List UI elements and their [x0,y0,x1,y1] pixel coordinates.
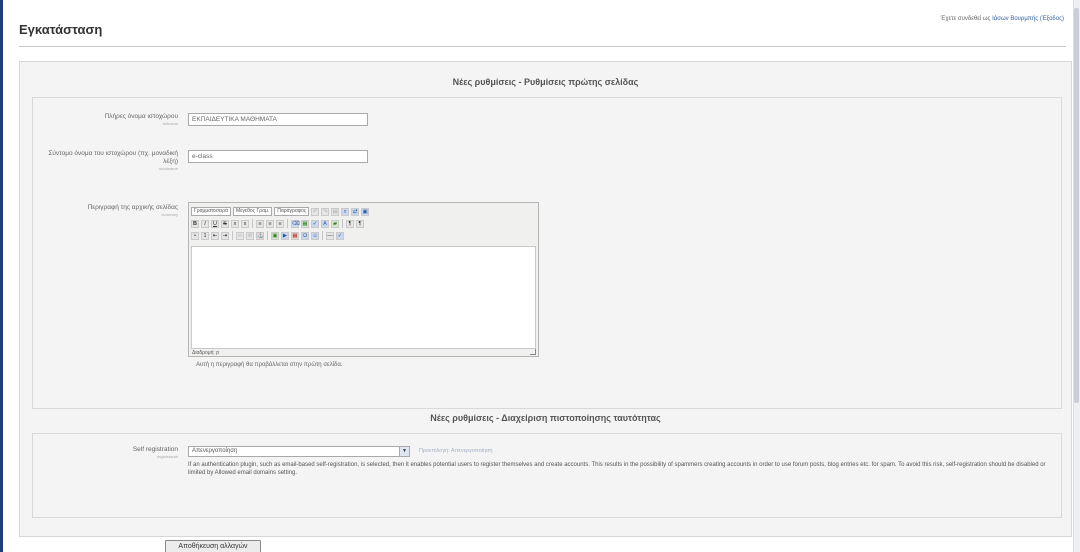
self-registration-setting-key: registerauth [156,454,178,459]
editor-content-area[interactable] [191,246,536,349]
font-size-select[interactable]: Μέγεθος Γραμ. [233,207,273,216]
section-heading-frontpage: Νέες ρυθμίσεις - Ρυθμίσεις πρώτης σελίδα… [452,77,639,87]
scrollbar-thumb[interactable] [1074,8,1079,403]
special-char-icon[interactable]: Ω [301,231,309,240]
fullscreen-icon[interactable]: ▣ [361,207,370,216]
table-icon[interactable]: ▦ [291,231,299,240]
replace-icon[interactable]: ⇄ [351,207,360,216]
save-changes-button[interactable]: Αποθήκευση αλλαγών [165,540,261,552]
self-registration-value: Απενεργοποίηση [192,448,238,454]
page-title: Εγκατάσταση [19,22,103,37]
align-center-icon[interactable]: ≡ [266,219,274,228]
summary-help-text: Αυτή η περιγραφή θα προβάλλεται στην πρώ… [196,362,343,368]
self-registration-description: If an authentication plugin, such as ema… [188,462,1046,476]
section-heading-authentication: Νέες ρυθμίσεις - Διαχείριση πιστοποίησης… [430,413,661,423]
user-profile-link[interactable]: Ιάσων Βουρμπής [992,16,1038,22]
indent-icon[interactable]: ⇥ [221,231,229,240]
underline-icon[interactable]: U [211,219,219,228]
self-registration-label-text: Self registration [132,446,178,453]
superscript-icon[interactable]: x [241,219,249,228]
resize-handle-icon[interactable] [530,349,536,355]
paragraph-format-select[interactable]: Παράγραφος [274,207,310,216]
fullname-input[interactable]: ΕΚΠΑΙΔΕΥΤΙΚΑ ΜΑΘΗΜΑΤΑ [188,113,368,126]
shortname-label-text: Σύντομο όνομα του ιστοχώρου (πχ. μοναδικ… [48,150,178,165]
editor-path: Διαδρομή: p [192,350,219,356]
background-color-icon[interactable]: ▰ [331,219,339,228]
bullet-list-icon[interactable]: • [191,231,199,240]
anchor-icon[interactable]: ⚓ [256,231,264,240]
authentication-settings-fieldset: Self registration registerauth Απενεργοπ… [32,433,1062,518]
shortname-setting-key: shortname [159,166,178,171]
paste-icon[interactable]: ▤ [331,207,340,216]
fullname-label: Πλήρες όνομα ιστοχώρου fullname [38,113,178,126]
toolbar-separator [252,219,253,228]
find-icon[interactable]: ⌕ [341,207,350,216]
font-family-select[interactable]: Γραμματοσειρά [191,207,231,216]
login-prefix: Έχετε συνδεθεί ως [940,16,991,22]
summary-setting-key: summary [161,212,178,217]
bold-icon[interactable]: B [191,219,199,228]
emoticon-icon[interactable]: ☺ [311,231,319,240]
toolbar-separator [322,231,323,240]
spellchecker-icon[interactable]: ✓ [336,231,344,240]
text-color-icon[interactable]: A [321,219,329,228]
align-left-icon[interactable]: ≡ [256,219,264,228]
strikethrough-icon[interactable]: S [221,219,229,228]
clean-format-icon[interactable]: ⌫ [291,219,300,228]
subscript-icon[interactable]: x [231,219,239,228]
self-registration-select[interactable]: Απενεργοποίηση ▼ [188,446,410,457]
media-icon[interactable]: ▶ [281,231,289,240]
nonbreaking-icon[interactable]: — [326,231,334,240]
image-icon[interactable]: ▣ [271,231,279,240]
editor-toolbar-row-3: • 1 ⇤ ⇥ ∞ ⊘ ⚓ ▣ ▶ ▦ Ω ☺ — ✓ [191,230,344,241]
toolbar-separator [287,219,288,228]
header-divider [19,46,1066,47]
toolbar-separator [342,219,343,228]
ltr-icon[interactable]: ¶ [346,219,354,228]
html-editor: Γραμματοσειρά Μέγεθος Γραμ. Παράγραφος ↶… [188,202,539,357]
vertical-scrollbar[interactable] [1073,0,1080,552]
dropdown-arrow-icon: ▼ [399,447,409,456]
numbered-list-icon[interactable]: 1 [201,231,209,240]
shortname-input[interactable]: e-class [188,150,368,163]
fullname-setting-key: fullname [162,121,178,126]
default-value-label: Προεπιλογή: Απενεργοποίηση [419,448,493,454]
outdent-icon[interactable]: ⇤ [211,231,219,240]
login-info: Έχετε συνδεθεί ως Ιάσων Βουρμπής (Έξοδος… [941,16,1064,22]
spellcheck-icon[interactable]: ✓ [311,219,319,228]
summary-label-text: Περιγραφή της αρχικής σελίδας [87,204,178,211]
self-registration-label: Self registration registerauth [38,446,178,459]
unlink-icon[interactable]: ⊘ [246,231,254,240]
toolbar-separator [232,231,233,240]
rtl-icon[interactable]: ¶ [356,219,364,228]
undo-icon[interactable]: ↶ [311,207,320,216]
editor-toolbar-row-2: B I U S x x ≡ ≡ ≡ ⌫ ▦ ✓ A ▰ ¶ ¶ [191,218,364,229]
summary-label: Περιγραφή της αρχικής σελίδας summary [38,204,178,217]
settings-form: Νέες ρυθμίσεις - Ρυθμίσεις πρώτης σελίδα… [19,61,1072,537]
logout-link[interactable]: (Έξοδος) [1040,16,1064,22]
italic-icon[interactable]: I [201,219,209,228]
fullname-label-text: Πλήρες όνομα ιστοχώρου [104,113,178,120]
toolbar-separator [267,231,268,240]
shortname-label: Σύντομο όνομα του ιστοχώρου (πχ. μοναδικ… [38,150,178,171]
redo-icon[interactable]: ↷ [321,207,330,216]
align-right-icon[interactable]: ≡ [276,219,284,228]
link-icon[interactable]: ∞ [236,231,244,240]
editor-toolbar-row-1: Γραμματοσειρά Μέγεθος Γραμ. Παράγραφος ↶… [191,206,370,217]
window-left-border [0,0,3,552]
insert-image-icon[interactable]: ▦ [301,219,309,228]
frontpage-settings-fieldset: Πλήρες όνομα ιστοχώρου fullname ΕΚΠΑΙΔΕΥ… [32,97,1062,409]
